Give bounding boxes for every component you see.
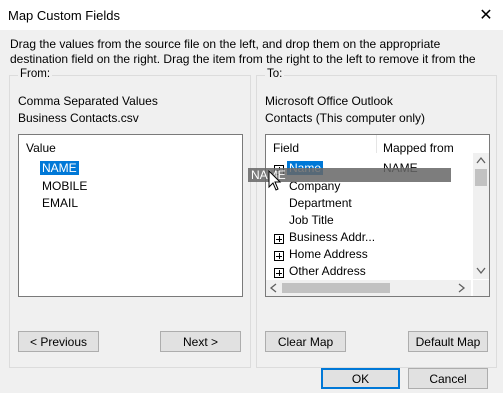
close-icon[interactable]: ✕ — [469, 0, 503, 30]
from-panel: From: Comma Separated Values Business Co… — [9, 68, 251, 368]
scroll-down-icon[interactable] — [476, 267, 486, 275]
instructions-line-1: Drag the values from the source file on … — [10, 37, 441, 51]
source-file: Business Contacts.csv — [18, 111, 139, 125]
list-item[interactable]: EMAIL — [42, 196, 78, 210]
scroll-left-icon[interactable] — [269, 283, 277, 293]
source-type: Comma Separated Values — [18, 94, 158, 108]
ok-button[interactable]: OK — [321, 368, 400, 389]
list-item[interactable]: MOBILE — [42, 179, 87, 193]
vertical-scrollbar-parts — [475, 156, 487, 275]
table-row-field[interactable]: Other Address — [289, 264, 366, 278]
vertical-scrollbar[interactable] — [473, 153, 489, 279]
horizontal-scrollbar-parts — [269, 283, 466, 293]
next-button[interactable]: Next > — [160, 331, 241, 352]
list-item[interactable]: NAME — [40, 161, 79, 175]
scroll-up-icon[interactable] — [476, 156, 486, 164]
window-title: Map Custom Fields — [8, 8, 120, 23]
default-map-button[interactable]: Default Map — [408, 331, 488, 352]
table-row-field[interactable]: Home Address — [289, 247, 368, 261]
table-row-field[interactable]: Business Addr... — [289, 230, 375, 244]
horizontal-scrollbar[interactable] — [266, 280, 471, 296]
table-row-field[interactable]: Job Title — [289, 213, 334, 227]
previous-button[interactable]: < Previous — [18, 331, 99, 352]
cancel-button[interactable]: Cancel — [408, 368, 488, 389]
destination-field-list[interactable]: Field Mapped from Name NAME Company Depa… — [265, 134, 490, 297]
vertical-scroll-thumb[interactable] — [475, 169, 487, 186]
scroll-right-icon[interactable] — [458, 283, 466, 293]
target-app: Microsoft Office Outlook — [265, 94, 393, 108]
mapped-from-column-header[interactable]: Mapped from — [383, 141, 454, 155]
column-divider — [376, 135, 377, 153]
to-caption: To: — [265, 68, 285, 80]
instructions: Drag the values from the source file on … — [10, 37, 495, 67]
horizontal-scroll-thumb[interactable] — [282, 283, 390, 293]
expand-icon[interactable] — [274, 268, 284, 278]
instructions-line-2: destination field on the right. Drag the… — [10, 52, 476, 66]
title-bar: Map Custom Fields ✕ — [0, 0, 503, 30]
source-value-list[interactable]: Value NAME MOBILE EMAIL — [18, 134, 243, 297]
value-column-header: Value — [26, 141, 56, 155]
expand-icon[interactable] — [274, 234, 284, 244]
from-caption: From: — [18, 68, 53, 80]
scrollbar-corner — [473, 280, 489, 296]
field-column-header[interactable]: Field — [273, 141, 299, 155]
drag-cursor-icon — [268, 170, 282, 191]
clear-map-button[interactable]: Clear Map — [265, 331, 346, 352]
expand-icon[interactable] — [274, 251, 284, 261]
table-row-field[interactable]: Department — [289, 196, 352, 210]
to-panel: To: Microsoft Office Outlook Contacts (T… — [256, 68, 497, 368]
target-folder: Contacts (This computer only) — [265, 111, 426, 125]
